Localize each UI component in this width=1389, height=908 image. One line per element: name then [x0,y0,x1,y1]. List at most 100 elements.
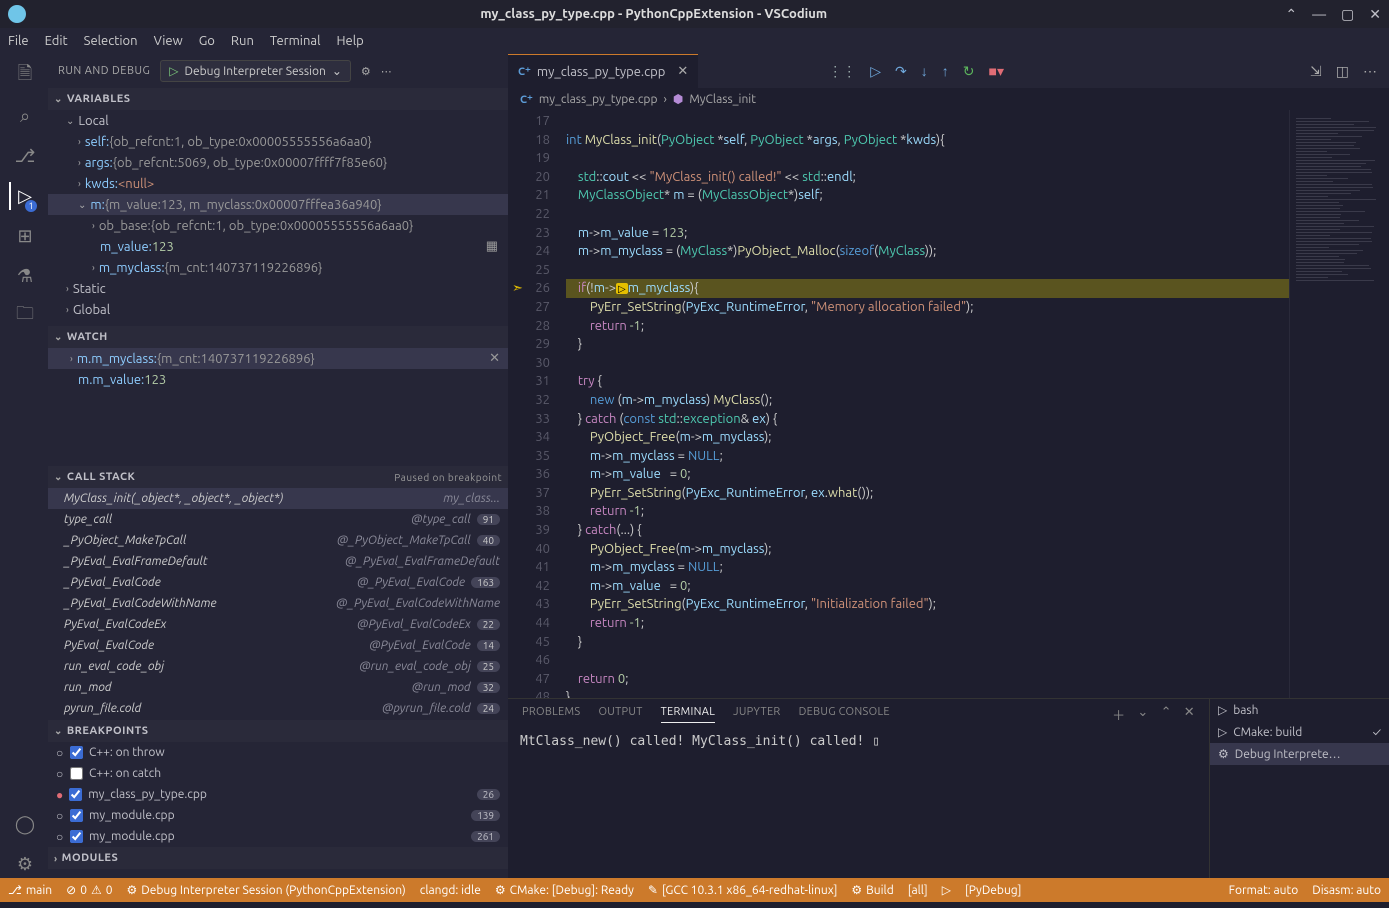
variable-row[interactable]: m_value: 123▦ [48,236,508,257]
pydebug-indicator[interactable]: [PyDebug] [965,884,1022,897]
panel-tab-problems[interactable]: PROBLEMS [522,706,580,722]
menu-edit[interactable]: Edit [45,34,68,48]
callstack-frame[interactable]: _PyEval_EvalCodeWithName@_PyEval_EvalCod… [48,593,508,614]
terminal-list-item[interactable]: ▷CMake: build✓ [1210,721,1389,743]
callstack-frame[interactable]: _PyEval_EvalCode@_PyEval_EvalCode163 [48,572,508,593]
gear-icon[interactable]: ⚙ [10,850,38,878]
variable-row[interactable]: ›self: {ob_refcnt:1, ob_type:0x000055555… [48,131,508,152]
stop-icon[interactable]: ■▾ [989,63,1004,80]
breakpoint-checkbox[interactable] [70,830,83,843]
debug-session-indicator[interactable]: ⚙ Debug Interpreter Session (PythonCppEx… [127,883,406,897]
breakpoint-row[interactable]: ○my_module.cpp139 [48,805,508,826]
close-tab-icon[interactable]: ✕ [677,64,688,79]
variable-row[interactable]: ›args: {ob_refcnt:5069, ob_type:0x00007f… [48,152,508,173]
format-indicator[interactable]: Format: auto [1229,884,1299,897]
build-indicator[interactable]: ⚙ Build [851,883,893,897]
menu-help[interactable]: Help [336,34,363,48]
scope-local[interactable]: ⌄Local [48,110,508,131]
new-terminal-icon[interactable]: ＋ [1112,705,1125,724]
watch-header[interactable]: ⌄WATCH [48,326,508,348]
window-more-icon[interactable]: ⌃ [1285,6,1297,22]
callstack-frame[interactable]: _PyObject_MakeTpCall@_PyObject_MakeTpCal… [48,530,508,551]
minimap[interactable] [1289,110,1389,698]
panel-tab-output[interactable]: OUTPUT [598,706,642,722]
cmake-indicator[interactable]: ⚙ CMake: [Debug]: Ready [495,883,634,897]
panel-tab-terminal[interactable]: TERMINAL [661,706,716,723]
drag-handle-icon[interactable]: ⋮⋮ [828,63,856,80]
menu-terminal[interactable]: Terminal [270,34,321,48]
window-minimize-icon[interactable]: — [1312,6,1326,22]
breakpoint-checkbox[interactable] [69,788,82,801]
split-editor-icon[interactable]: ◫ [1336,63,1349,80]
editor-tab[interactable]: C⁺ my_class_py_type.cpp ✕ [508,54,698,88]
variables-header[interactable]: ⌄VARIABLES [48,88,508,110]
variable-row[interactable]: ›ob_base: {ob_refcnt:1, ob_type:0x000055… [48,215,508,236]
breakpoint-checkbox[interactable] [70,809,83,822]
breakpoint-checkbox[interactable] [70,746,83,759]
problems-indicator[interactable]: ⊘ 0 ⚠ 0 [66,883,112,897]
menu-view[interactable]: View [154,34,183,48]
test-icon[interactable]: ⚗ [10,262,38,290]
breakpoint-row[interactable]: ○C++: on catch [48,763,508,784]
variable-row[interactable]: ›m_myclass: {m_cnt:140737119226896} [48,257,508,278]
gear-icon[interactable]: ⚙ [361,65,371,78]
target-indicator[interactable]: [all] [908,884,928,897]
watch-row[interactable]: m.m_value: 123 [48,369,508,390]
gcc-indicator[interactable]: ✎ [GCC 10.3.1 x86_64-redhat-linux] [648,883,838,897]
variable-row[interactable]: ›kwds: <null> [48,173,508,194]
clangd-indicator[interactable]: clangd: idle [420,884,481,897]
panel-tab-jupyter[interactable]: JUPYTER [733,706,780,722]
menu-selection[interactable]: Selection [84,34,138,48]
more-actions-icon[interactable]: ⋯ [1363,63,1377,80]
run-debug-icon[interactable]: ▷1 [9,182,37,210]
step-into-icon[interactable]: ↓ [921,63,928,79]
more-icon[interactable]: ⋯ [381,65,392,78]
callstack-frame[interactable]: type_call@type_call91 [48,509,508,530]
breadcrumbs[interactable]: C⁺ my_class_py_type.cpp › ⬢ MyClass_init [508,88,1389,110]
scope-static[interactable]: ›Static [48,278,508,299]
account-icon[interactable]: ◯ [10,810,38,838]
terminal-list-item[interactable]: ▷bash [1210,699,1389,721]
explorer-icon[interactable]: 🗎 [10,62,38,90]
source-control-icon[interactable]: ⎇ [10,142,38,170]
disasm-indicator[interactable]: Disasm: auto [1312,884,1381,897]
step-over-icon[interactable]: ↷ [895,63,907,80]
callstack-frame[interactable]: run_mod@run_mod32 [48,677,508,698]
breakpoints-header[interactable]: ⌄BREAKPOINTS [48,720,508,742]
callstack-frame[interactable]: _PyEval_EvalFrameDefault@_PyEval_EvalFra… [48,551,508,572]
menu-run[interactable]: Run [231,34,254,48]
breakpoint-row[interactable]: ○C++: on throw [48,742,508,763]
menu-go[interactable]: Go [199,34,215,48]
terminal-list-item[interactable]: ⚙Debug Interprete… [1210,743,1389,765]
file-icon[interactable]: 🗀 [10,302,38,330]
modules-header[interactable]: ›MODULES [48,847,508,869]
callstack-frame[interactable]: PyEval_EvalCodeEx@PyEval_EvalCodeEx22 [48,614,508,635]
extensions-icon[interactable]: ⊞ [10,222,38,250]
callstack-frame[interactable]: PyEval_EvalCode@PyEval_EvalCode14 [48,635,508,656]
terminal-dropdown-icon[interactable]: ⌄ [1137,705,1148,724]
breakpoint-row[interactable]: ○my_module.cpp261 [48,826,508,847]
launch-indicator[interactable]: ▷ [942,883,951,897]
remove-watch-icon[interactable]: ✕ [489,351,500,366]
panel-tab-debug-console[interactable]: DEBUG CONSOLE [799,706,890,722]
menu-file[interactable]: File [8,34,29,48]
callstack-frame[interactable]: pyrun_file.cold@pyrun_file.cold24 [48,698,508,719]
close-panel-icon[interactable]: ✕ [1184,705,1195,724]
debug-config-dropdown[interactable]: ▷ Debug Interpreter Session ⌄ [160,60,351,82]
callstack-frame[interactable]: MyClass_init(_object*, _object*, _object… [48,488,508,509]
callstack-frame[interactable]: run_eval_code_obj@run_eval_code_obj25 [48,656,508,677]
variable-row[interactable]: ⌄m: {m_value:123, m_myclass:0x00007fffea… [48,194,508,215]
code-editor[interactable]: 1718192021222324252627282930313233343536… [508,110,1389,698]
watch-add-icon[interactable]: ▦ [486,239,498,254]
code-content[interactable]: int MyClass_init(PyObject *self, PyObjec… [566,110,1289,698]
restart-icon[interactable]: ↻ [963,63,975,80]
step-out-icon[interactable]: ↑ [942,63,949,79]
branch-indicator[interactable]: ⎇ main [8,883,52,897]
breakpoint-checkbox[interactable] [70,767,83,780]
terminal-output[interactable]: MtClass_new() called! MyClass_init() cal… [508,729,1209,878]
watch-row[interactable]: ›m.m_myclass: {m_cnt:140737119226896}✕ [48,348,508,369]
window-close-icon[interactable]: ✕ [1369,6,1381,22]
compare-icon[interactable]: ⇲ [1310,63,1322,80]
search-icon[interactable]: ⌕ [10,102,38,130]
window-maximize-icon[interactable]: ▢ [1341,6,1354,22]
